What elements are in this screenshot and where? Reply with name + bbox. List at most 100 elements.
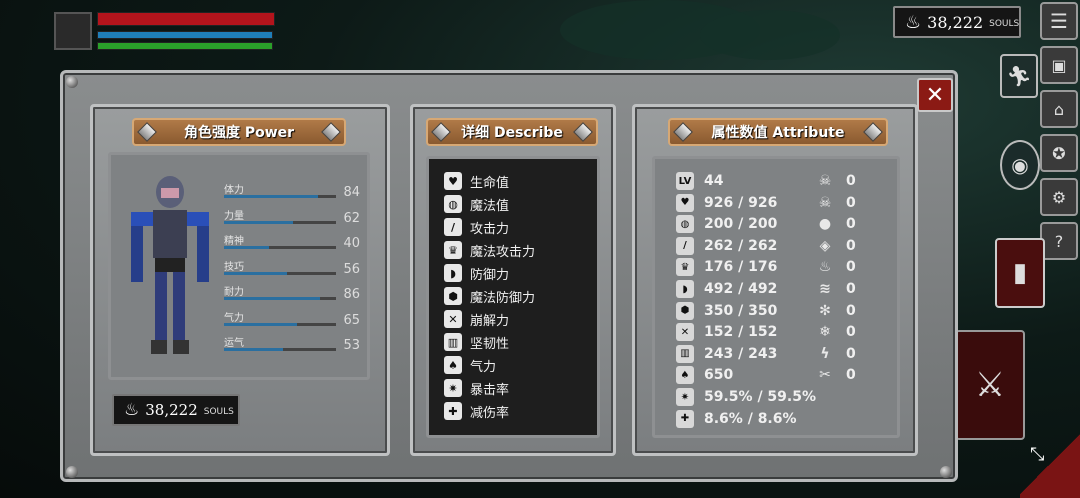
attribute-value: 262 / 262: [704, 237, 778, 254]
list-menu-icon: ☰: [1050, 9, 1068, 33]
stat-bar-fill: [224, 246, 269, 249]
attribute-value: 926 / 926: [704, 194, 778, 211]
heart-icon: ♥: [676, 193, 694, 212]
resistance-row: ◈ 0: [816, 235, 856, 257]
close-icon: ✕: [925, 82, 945, 108]
resistance-value: 0: [846, 302, 856, 319]
resistance-value: 0: [846, 194, 856, 211]
stat-bar: [224, 322, 336, 326]
describe-item: ♠ 气力: [444, 354, 496, 376]
power-stat-row: 耐力 86: [224, 283, 362, 307]
close-button[interactable]: ✕: [917, 78, 953, 112]
house-icon: ⌂: [1053, 99, 1065, 119]
resistance-value: 0: [846, 216, 856, 233]
attribute-value: 152 / 152: [704, 324, 778, 341]
gem-ornament: [431, 122, 451, 142]
stat-value: 53: [343, 338, 360, 353]
dodge-button[interactable]: 🏃︎: [1000, 54, 1038, 98]
eye-icon: ◉: [1011, 153, 1029, 177]
rivet: [66, 466, 78, 478]
drop-icon: ●: [818, 216, 832, 233]
stat-value: 86: [343, 287, 360, 302]
heart-icon: ♥: [444, 172, 462, 190]
inventory-button[interactable]: ▣: [1040, 46, 1078, 84]
shield-door-icon: ▮: [1012, 258, 1028, 288]
power-stat-row: 技巧 56: [224, 258, 362, 282]
ice-icon: ❄: [819, 324, 831, 341]
power-stat-row: 体力 84: [224, 181, 362, 205]
stat-name: 运气: [224, 338, 244, 349]
attribute-row: ◍ 200 / 200: [676, 213, 777, 235]
attribute-value: 8.6% / 8.6%: [704, 410, 797, 427]
attribute-row: ♠ 650: [676, 364, 733, 386]
lightning-icon: ϟ: [820, 345, 830, 362]
describe-title: 详细 Describe: [426, 118, 598, 146]
vision-button[interactable]: ◉: [1000, 140, 1040, 190]
shield-icon: ◗: [444, 264, 462, 282]
sword-icon: /: [444, 218, 462, 236]
souls-value: 38,222: [145, 401, 198, 419]
describe-item: / 攻击力: [444, 216, 509, 238]
describe-label: 坚韧性: [470, 336, 510, 352]
stat-bar: [224, 271, 336, 275]
describe-item: ✕ 崩解力: [444, 308, 509, 330]
power-stat-row: 精神 40: [224, 232, 362, 256]
resistance-value: 0: [846, 237, 856, 254]
magic-shield-icon: ⬢: [676, 301, 694, 320]
souls-value: 38,222: [927, 12, 984, 32]
stat-bar: [224, 246, 336, 249]
describe-item: ◗ 防御力: [444, 262, 509, 284]
stat-bar: [224, 195, 336, 198]
describe-item: ⬢ 魔法防御力: [444, 285, 535, 307]
resistance-row: ☠ 0: [816, 192, 856, 214]
stat-name: 气力: [224, 312, 244, 324]
mana-icon: ◍: [444, 195, 462, 213]
stat-value: 65: [343, 312, 360, 328]
attribute-value: 200 / 200: [704, 216, 778, 233]
attribute-value: 176 / 176: [704, 259, 778, 276]
gem-ornament: [321, 122, 341, 142]
lungs-icon: ♠: [676, 366, 694, 385]
stat-bar: [224, 348, 336, 351]
power-title: 角色强度 Power: [132, 118, 346, 146]
gem-ornament: [673, 122, 693, 142]
souls-counter: ♨ 38,222 SOULS: [893, 6, 1021, 38]
question-icon: ?: [1054, 231, 1064, 251]
settings-button[interactable]: ⚙: [1040, 178, 1078, 216]
menu-button[interactable]: ☰: [1040, 2, 1078, 40]
skills-button[interactable]: ✪: [1040, 134, 1078, 172]
crit-icon: ✷: [444, 379, 462, 397]
describe-label: 魔法值: [470, 198, 510, 214]
stat-name: 技巧: [224, 261, 244, 273]
attack-button[interactable]: ⚔: [955, 330, 1025, 440]
sword-icon: /: [676, 236, 694, 255]
gem-ornament: [863, 122, 883, 142]
stat-name: 体力: [224, 185, 244, 196]
sword-attack-icon: ⚔: [974, 365, 1006, 405]
resistance-row: ❄ 0: [816, 321, 856, 343]
attribute-title: 属性数值 Attribute: [668, 118, 888, 146]
map-button[interactable]: ⌂: [1040, 90, 1078, 128]
resistance-value: 0: [846, 281, 856, 297]
block-button[interactable]: ▮: [995, 238, 1045, 308]
describe-label: 生命值: [470, 175, 510, 191]
toughness-icon: ▥: [444, 333, 462, 351]
mana-bar: [97, 31, 273, 39]
corner-decoration: [1020, 430, 1080, 498]
foliage-blob: [700, 10, 840, 60]
power-stat-row: 力量 62: [224, 207, 362, 231]
attribute-value: 243 / 243: [704, 345, 778, 362]
stat-bar-fill: [224, 220, 294, 224]
stat-bar-fill: [224, 195, 319, 198]
help-button[interactable]: ?: [1040, 222, 1078, 260]
stat-bar-fill: [224, 348, 284, 351]
describe-label: 攻击力: [470, 221, 510, 237]
resize-arrows-icon[interactable]: ⤡: [1030, 444, 1044, 465]
level-icon: LV: [676, 172, 694, 190]
damage-reduction-icon: ✚: [444, 402, 462, 420]
describe-item: ♥ 生命值: [444, 170, 509, 192]
stat-name: 精神: [224, 236, 244, 247]
describe-title-text: 详细 Describe: [461, 125, 563, 141]
resistance-row: ≋ 0: [816, 278, 856, 300]
stat-name: 力量: [224, 210, 244, 222]
